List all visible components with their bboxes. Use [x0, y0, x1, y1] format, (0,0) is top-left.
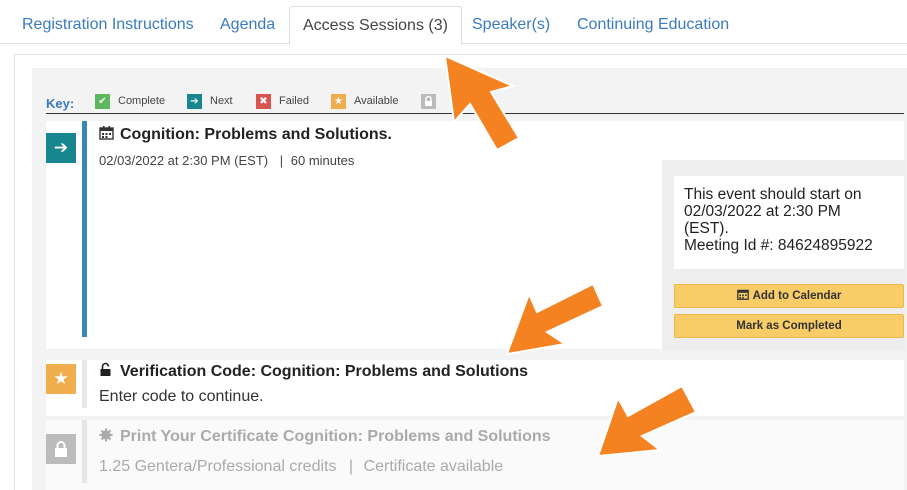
- tab-continuing-education[interactable]: Continuing Education: [577, 0, 729, 44]
- star-icon: ★: [46, 364, 76, 394]
- session-title[interactable]: Verification Code: Cognition: Problems a…: [99, 362, 528, 382]
- session-title-text: Print Your Certificate Cognition: Proble…: [120, 428, 551, 445]
- meeting-id: Meeting Id #: 84624895922: [684, 237, 873, 254]
- session-credits: 1.25 Gentera/Professional credits: [99, 458, 337, 475]
- mark-as-completed-label: Mark as Completed: [736, 320, 842, 332]
- session-row-certificate: Print Your Certificate Cognition: Proble…: [46, 420, 904, 490]
- annotation-arrow-icon: [505, 282, 605, 356]
- key-available-label: Available: [354, 95, 399, 107]
- tab-bar: Registration Instructions Agenda Access …: [0, 0, 907, 45]
- separator: |: [348, 458, 354, 475]
- message-line-3: (EST).: [684, 220, 729, 237]
- certificate-icon: [99, 428, 113, 447]
- session-subtitle: Enter code to continue.: [99, 388, 264, 405]
- key-available: ★ Available: [331, 94, 398, 111]
- calendar-icon: [736, 286, 749, 308]
- message-line-2: 02/03/2022 at 2:30 PM: [684, 203, 841, 220]
- session-title[interactable]: Cognition: Problems and Solutions.: [99, 125, 392, 145]
- session-meta: 02/03/2022 at 2:30 PM (EST) | 60 minutes: [99, 153, 354, 168]
- star-icon: ★: [331, 94, 346, 109]
- session-title-text: Verification Code: Cognition: Problems a…: [120, 363, 529, 380]
- message-line-1: This event should start on: [684, 186, 862, 203]
- tab-speakers[interactable]: Speaker(s): [472, 0, 550, 44]
- key-complete-label: Complete: [118, 95, 166, 107]
- session-bar: [82, 121, 87, 337]
- add-to-calendar-button[interactable]: Add to Calendar: [674, 284, 904, 308]
- lock-icon: [46, 434, 76, 464]
- arrow-right-icon: ➔: [187, 94, 202, 109]
- session-row-verification: ★ Verification Code: Cognition: Problems…: [46, 360, 904, 416]
- arrow-right-icon: ➔: [46, 133, 76, 163]
- separator: |: [279, 153, 284, 168]
- key-label: Key:: [46, 96, 75, 111]
- session-title: Print Your Certificate Cognition: Proble…: [99, 428, 551, 447]
- key-next: ➔ Next: [187, 94, 233, 111]
- mark-as-completed-button[interactable]: Mark as Completed: [674, 314, 904, 338]
- unlock-icon: [99, 362, 113, 382]
- tab-registration-instructions[interactable]: Registration Instructions: [22, 0, 194, 44]
- session-action-card: This event should start on 02/03/2022 at…: [662, 160, 905, 350]
- annotation-arrow-icon: [443, 54, 521, 152]
- session-bar: [82, 420, 87, 483]
- calendar-icon: [99, 125, 114, 145]
- session-bar: [82, 360, 87, 408]
- key-failed: ✖ Failed: [256, 94, 309, 111]
- key-next-label: Next: [210, 95, 233, 107]
- annotation-arrow-icon: [596, 384, 698, 458]
- session-date: 02/03/2022 at 2:30 PM (EST): [99, 153, 269, 168]
- session-title-text: Cognition: Problems and Solutions.: [120, 126, 392, 143]
- certificate-status: Certificate available: [363, 458, 504, 475]
- session-meta: 1.25 Gentera/Professional credits | Cert…: [99, 458, 503, 476]
- check-icon: ✔: [95, 94, 110, 109]
- tab-agenda[interactable]: Agenda: [220, 0, 275, 44]
- session-duration: 60 minutes: [290, 153, 355, 168]
- key-failed-label: Failed: [279, 95, 309, 107]
- event-start-message: This event should start on 02/03/2022 at…: [674, 176, 904, 269]
- key-complete: ✔ Complete: [95, 94, 165, 111]
- add-to-calendar-label: Add to Calendar: [752, 290, 842, 302]
- tab-access-sessions[interactable]: Access Sessions (3): [289, 6, 462, 45]
- x-icon: ✖: [256, 94, 271, 109]
- lock-icon: [421, 94, 436, 109]
